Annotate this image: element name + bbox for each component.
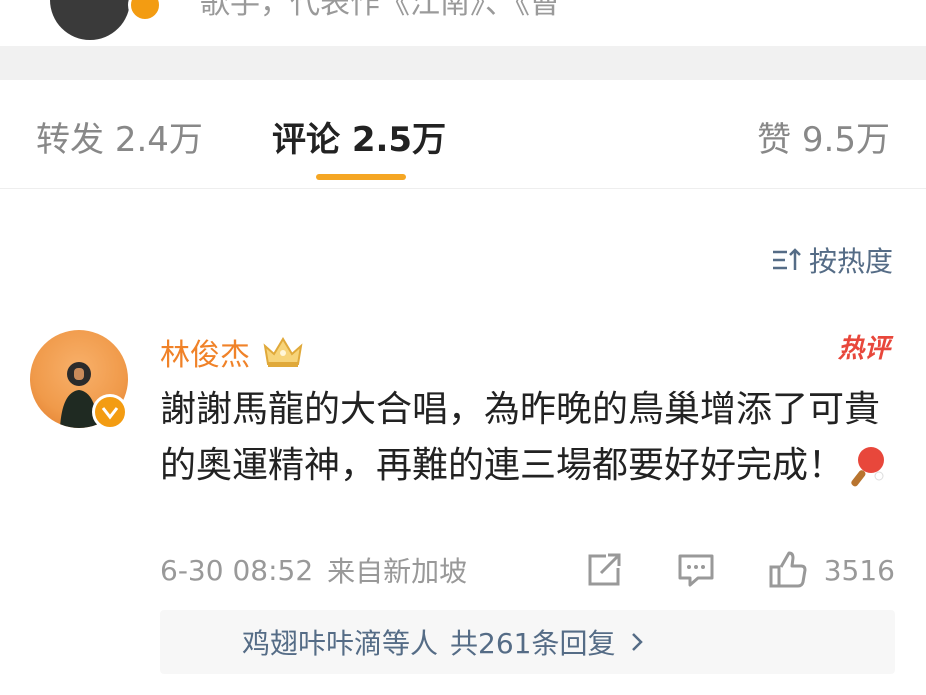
comment-location: 来自新加坡 <box>327 555 468 588</box>
chevron-right-icon <box>632 633 644 651</box>
tab-comment-count: 2.5万 <box>351 120 447 160</box>
section-divider <box>0 46 926 80</box>
profile-header-cropped: 歌手，代表作《江南》、《曹 <box>0 0 926 46</box>
tab-like-label: 赞 <box>757 120 792 160</box>
tab-comment-label: 评论 <box>272 120 340 160</box>
replies-total: 共261条回复 <box>450 627 616 660</box>
comment-item: 林俊杰 热评 謝謝馬龍的大合唱，為昨晚的鳥巢增添了可貴的奧運精神，再難的連三場都… <box>0 310 926 695</box>
tab-repost-label: 转发 <box>36 120 104 160</box>
crown-badge-icon <box>263 337 303 367</box>
tab-like-count: 9.5万 <box>801 120 890 160</box>
active-tab-indicator <box>316 174 406 180</box>
comment-icon[interactable] <box>676 550 716 590</box>
hot-comment-badge: 热评 <box>837 334 890 364</box>
sort-label: 按热度 <box>808 245 893 278</box>
tab-comment[interactable]: 评论 2.5万 <box>272 112 446 161</box>
sort-by-hot-button[interactable]: 按热度 <box>771 240 893 280</box>
replies-link[interactable]: 鸡翅咔咔滴等人 共261条回复 <box>160 610 895 674</box>
comment-meta: 6-30 08:52 来自新加坡 3516 <box>160 550 895 590</box>
verified-badge-icon <box>128 0 162 22</box>
tab-repost-count: 2.4万 <box>114 120 203 160</box>
comment-time: 6-30 08:52 <box>160 553 314 587</box>
commenter-name-text: 林俊杰 <box>160 338 250 373</box>
share-icon[interactable] <box>584 550 624 590</box>
replies-preview: 鸡翅咔咔滴等人 <box>242 627 439 660</box>
verified-badge-icon <box>92 394 128 430</box>
ping-pong-icon <box>851 447 885 487</box>
interaction-tabs: 转发 2.4万 评论 2.5万 赞 9.5万 <box>0 80 926 189</box>
tab-like[interactable]: 赞 9.5万 <box>757 112 890 161</box>
comment-body: 謝謝馬龍的大合唱，為昨晚的鳥巢增添了可貴的奧運精神，再難的連三場都要好好完成！ <box>160 382 900 494</box>
sort-icon <box>772 248 801 270</box>
tab-repost[interactable]: 转发 2.4万 <box>36 112 203 161</box>
poster-bio: 歌手，代表作《江南》、《曹 <box>200 0 560 21</box>
comment-actions: 3516 <box>532 550 895 590</box>
commenter-name[interactable]: 林俊杰 <box>160 330 304 374</box>
thumbs-up-icon[interactable] <box>768 550 808 590</box>
poster-avatar[interactable] <box>50 0 130 40</box>
comment-text: 謝謝馬龍的大合唱，為昨晚的鳥巢增添了可貴的奧運精神，再難的連三場都要好好完成！ <box>160 389 881 486</box>
like-count: 3516 <box>823 553 895 587</box>
